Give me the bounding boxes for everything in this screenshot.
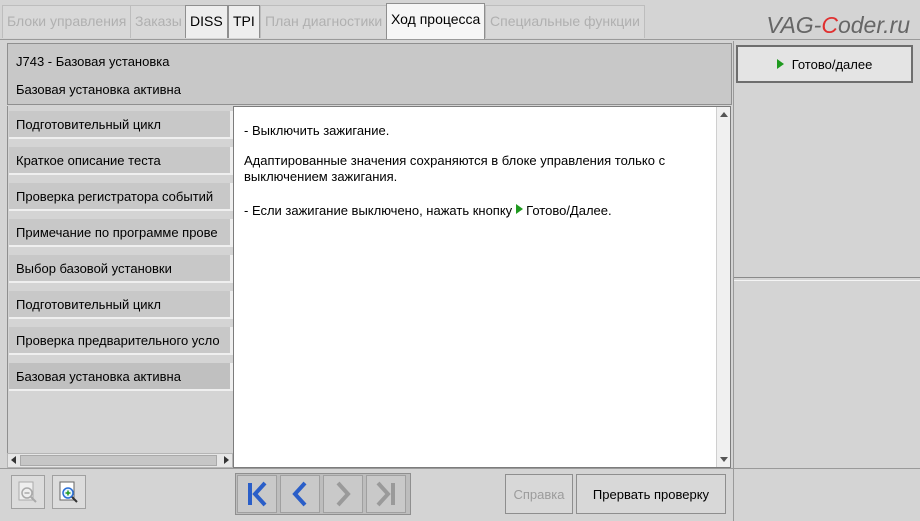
- instruction-text: Готово/Далее.: [526, 203, 612, 218]
- instruction-line: - Выключить зажигание.: [244, 123, 390, 138]
- instruction-line: - Если зажигание выключено, нажать кнопк…: [244, 203, 709, 219]
- scroll-right-icon[interactable]: [224, 456, 229, 464]
- instruction-panel: - Выключить зажигание. Адаптированные зн…: [233, 106, 731, 468]
- tab-diagnostic-plan[interactable]: План диагностики: [260, 5, 388, 38]
- next-step-button[interactable]: [323, 475, 363, 513]
- tab-tpi[interactable]: TPI: [228, 5, 260, 38]
- first-page-icon: [248, 481, 267, 507]
- test-status: Базовая установка активна: [16, 82, 181, 97]
- step-item[interactable]: Выбор базовой установки: [9, 255, 233, 283]
- divider: [734, 277, 920, 278]
- tab-diss[interactable]: DISS: [185, 5, 228, 38]
- step-item[interactable]: Подготовительный цикл: [9, 111, 233, 139]
- next-page-icon: [336, 481, 351, 507]
- first-step-button[interactable]: [237, 475, 277, 513]
- step-item-current[interactable]: Базовая установка активна: [9, 363, 233, 391]
- step-item[interactable]: Примечание по программе прове: [9, 219, 233, 247]
- test-title: J743 - Базовая установка: [16, 54, 170, 69]
- divider: [734, 280, 920, 281]
- instruction-text: - Если зажигание выключено, нажать кнопк…: [244, 203, 513, 218]
- zoom-out-button[interactable]: [11, 475, 45, 509]
- scroll-up-icon[interactable]: [720, 112, 728, 117]
- prev-page-icon: [292, 481, 307, 507]
- tab-special-functions[interactable]: Специальные функции: [485, 5, 645, 38]
- step-item[interactable]: Проверка регистратора событий: [9, 183, 233, 211]
- step-list-hscrollbar[interactable]: [7, 453, 233, 468]
- scroll-left-icon[interactable]: [11, 456, 16, 464]
- bottom-toolbar: Справка Прервать проверку: [0, 468, 733, 521]
- instruction-line: Адаптированные значения сохраняются в бл…: [244, 153, 666, 184]
- zoom-out-icon: [18, 481, 37, 503]
- ready-next-button[interactable]: Готово/далее: [736, 45, 913, 83]
- bottom-right-panel: [733, 468, 920, 521]
- scroll-thumb[interactable]: [20, 455, 217, 466]
- step-item[interactable]: Подготовительный цикл: [9, 291, 233, 319]
- instruction-vscrollbar[interactable]: [716, 107, 730, 467]
- test-header: J743 - Базовая установка Базовая установ…: [7, 43, 732, 105]
- tab-control-units[interactable]: Блоки управления: [2, 5, 132, 38]
- tab-process[interactable]: Ход процесса: [386, 3, 486, 39]
- right-panel: Готово/далее: [733, 41, 920, 521]
- help-button[interactable]: Справка: [505, 474, 573, 514]
- zoom-in-icon: [59, 481, 78, 503]
- tab-orders[interactable]: Заказы: [130, 5, 187, 38]
- ready-next-label: Готово/далее: [791, 56, 873, 72]
- tab-bar: Блоки управления Заказы DISS TPI План ди…: [0, 0, 920, 40]
- last-step-button[interactable]: [366, 475, 406, 513]
- step-list: Подготовительный цикл Краткое описание т…: [7, 106, 233, 468]
- step-item[interactable]: Краткое описание теста: [9, 147, 233, 175]
- play-icon: [516, 204, 524, 214]
- play-icon: [776, 59, 784, 69]
- abort-test-button[interactable]: Прервать проверку: [576, 474, 726, 514]
- scroll-down-icon[interactable]: [720, 457, 728, 462]
- watermark-logo: VAG-Coder.ru: [766, 12, 910, 38]
- step-item[interactable]: Проверка предварительного усло: [9, 327, 233, 355]
- last-page-icon: [376, 481, 395, 507]
- prev-step-button[interactable]: [280, 475, 320, 513]
- zoom-in-button[interactable]: [52, 475, 86, 509]
